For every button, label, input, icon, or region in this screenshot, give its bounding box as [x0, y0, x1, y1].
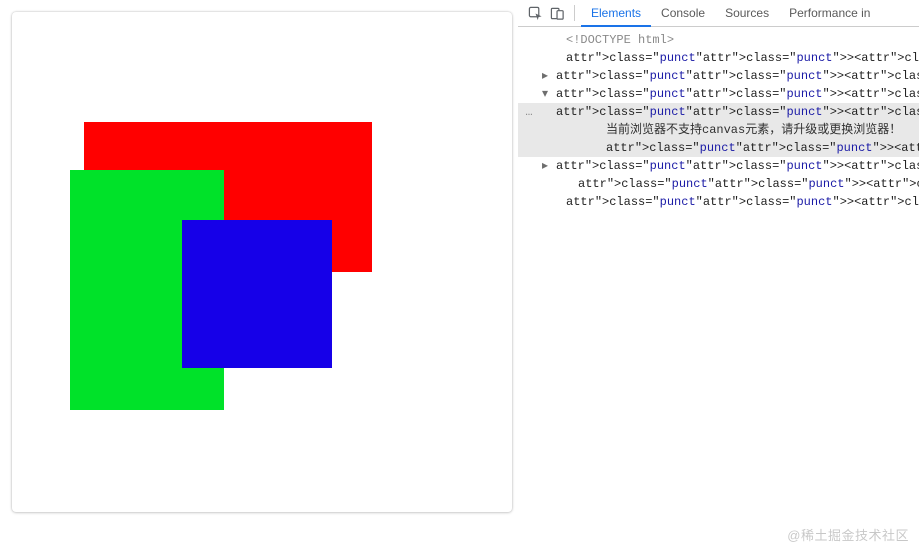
device-toggle-icon[interactable] [546, 2, 568, 24]
dom-body-open[interactable]: ▾attr">class="punct"attr">class="punct">… [518, 85, 919, 103]
devtools-toolbar: ElementsConsoleSourcesPerformance in [518, 0, 919, 27]
dom-doctype[interactable]: <!DOCTYPE html> [518, 31, 919, 49]
devtools-tab-performance[interactable]: Performance in [779, 0, 880, 27]
devtools-tab-console[interactable]: Console [651, 0, 715, 27]
devtools-tab-sources[interactable]: Sources [715, 0, 779, 27]
dom-body-close[interactable]: attr">class="punct"attr">class="punct">>… [518, 175, 919, 193]
inspect-icon[interactable] [524, 2, 546, 24]
devtools-tab-elements[interactable]: Elements [581, 0, 651, 27]
canvas-card [12, 12, 512, 512]
dom-html-open[interactable]: attr">class="punct"attr">class="punct">>… [518, 49, 919, 67]
elements-tree[interactable]: <!DOCTYPE html>attr">class="punct"attr">… [518, 27, 919, 550]
devtools-panel: ElementsConsoleSourcesPerformance in <!D… [518, 0, 919, 550]
page-preview [0, 0, 518, 550]
dom-html-close[interactable]: attr">class="punct"attr">class="punct">>… [518, 193, 919, 211]
toolbar-separator [574, 5, 575, 21]
dom-script[interactable]: ▸attr">class="punct"attr">class="punct">… [518, 157, 919, 175]
dom-head[interactable]: ▸attr">class="punct"attr">class="punct">… [518, 67, 919, 85]
dom-canvas-selected[interactable]: … attr">class="punct"attr">class="punct"… [518, 103, 919, 157]
rect-blue [182, 220, 332, 368]
